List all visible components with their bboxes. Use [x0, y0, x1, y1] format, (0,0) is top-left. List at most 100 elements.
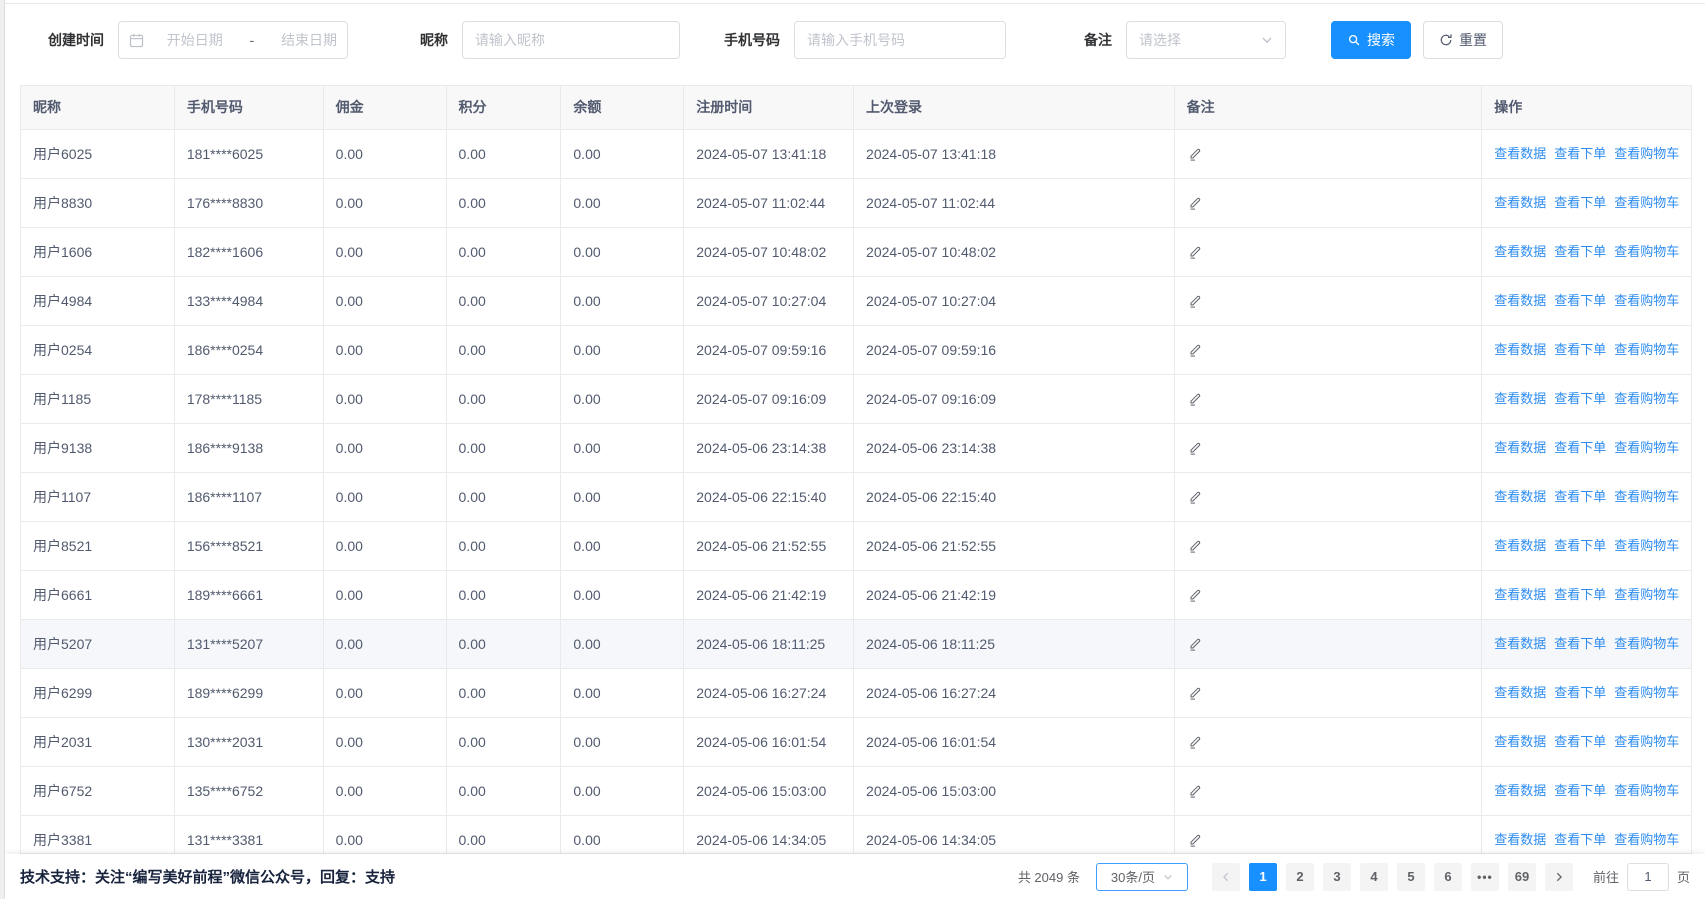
action-link[interactable]: 查看数据	[1494, 424, 1546, 472]
action-link[interactable]: 查看数据	[1494, 277, 1546, 325]
action-link[interactable]: 查看购物车	[1614, 669, 1679, 717]
prev-page-button[interactable]	[1212, 863, 1240, 891]
action-link[interactable]: 查看数据	[1494, 620, 1546, 668]
cell-commission: 0.00	[324, 767, 447, 815]
action-link[interactable]: 查看数据	[1494, 326, 1546, 374]
edit-remark-icon[interactable]	[1187, 718, 1203, 766]
action-link[interactable]: 查看下单	[1554, 522, 1606, 570]
action-link[interactable]: 查看数据	[1494, 130, 1546, 178]
action-link[interactable]: 查看下单	[1554, 718, 1606, 766]
page-button-1[interactable]: 1	[1249, 863, 1277, 891]
cell-balance: 0.00	[561, 718, 684, 766]
action-link[interactable]: 查看数据	[1494, 767, 1546, 815]
action-link[interactable]: 查看数据	[1494, 228, 1546, 276]
action-link[interactable]: 查看购物车	[1614, 130, 1679, 178]
action-link[interactable]: 查看下单	[1554, 424, 1606, 472]
action-link[interactable]: 查看购物车	[1614, 375, 1679, 423]
page-button-4[interactable]: 4	[1360, 863, 1388, 891]
cell-last-login: 2024-05-07 10:27:04	[854, 277, 1175, 325]
action-link[interactable]: 查看下单	[1554, 767, 1606, 815]
page-button-6[interactable]: 6	[1434, 863, 1462, 891]
remark-select[interactable]: 请选择	[1126, 21, 1286, 59]
edit-remark-icon[interactable]	[1187, 669, 1203, 717]
cell-commission: 0.00	[324, 179, 447, 227]
cell-register-time: 2024-05-06 14:34:05	[684, 816, 854, 854]
action-link[interactable]: 查看下单	[1554, 179, 1606, 227]
edit-remark-icon[interactable]	[1187, 130, 1203, 178]
edit-remark-icon[interactable]	[1187, 424, 1203, 472]
goto-page-input[interactable]	[1627, 863, 1669, 891]
action-link[interactable]: 查看下单	[1554, 130, 1606, 178]
phone-input[interactable]	[794, 21, 1006, 59]
action-link[interactable]: 查看下单	[1554, 326, 1606, 374]
nickname-label: 昵称	[420, 30, 448, 50]
date-range-picker[interactable]: 开始日期 - 结束日期	[118, 21, 348, 59]
action-link[interactable]: 查看数据	[1494, 179, 1546, 227]
action-link[interactable]: 查看购物车	[1614, 620, 1679, 668]
edit-remark-icon[interactable]	[1187, 326, 1203, 374]
action-link[interactable]: 查看数据	[1494, 571, 1546, 619]
cell-remark	[1175, 473, 1483, 521]
cell-points: 0.00	[447, 473, 562, 521]
action-link[interactable]: 查看数据	[1494, 718, 1546, 766]
nickname-input[interactable]	[462, 21, 680, 59]
action-link[interactable]: 查看购物车	[1614, 718, 1679, 766]
edit-remark-icon[interactable]	[1187, 375, 1203, 423]
col-header-nickname: 昵称	[21, 86, 175, 129]
page-size-select[interactable]: 30条/页	[1096, 863, 1188, 891]
action-link[interactable]: 查看下单	[1554, 571, 1606, 619]
phone-label: 手机号码	[724, 30, 780, 50]
action-link[interactable]: 查看下单	[1554, 473, 1606, 521]
action-link[interactable]: 查看数据	[1494, 473, 1546, 521]
cell-points: 0.00	[447, 326, 562, 374]
reset-button[interactable]: 重置	[1423, 21, 1503, 59]
action-link[interactable]: 查看购物车	[1614, 277, 1679, 325]
cell-nickname: 用户6661	[21, 571, 175, 619]
edit-remark-icon[interactable]	[1187, 571, 1203, 619]
end-date-placeholder[interactable]: 结束日期	[281, 30, 337, 50]
edit-remark-icon[interactable]	[1187, 620, 1203, 668]
action-link[interactable]: 查看下单	[1554, 669, 1606, 717]
edit-remark-icon[interactable]	[1187, 767, 1203, 815]
action-link[interactable]: 查看购物车	[1614, 522, 1679, 570]
table-row: 用户1606 182****1606 0.00 0.00 0.00 2024-0…	[21, 227, 1691, 276]
page-button-3[interactable]: 3	[1323, 863, 1351, 891]
action-link[interactable]: 查看下单	[1554, 277, 1606, 325]
edit-remark-icon[interactable]	[1187, 816, 1203, 854]
action-link[interactable]: 查看购物车	[1614, 571, 1679, 619]
action-link[interactable]: 查看下单	[1554, 228, 1606, 276]
action-link[interactable]: 查看数据	[1494, 522, 1546, 570]
cell-commission: 0.00	[324, 522, 447, 570]
more-pages-button[interactable]: •••	[1471, 863, 1499, 891]
action-link[interactable]: 查看购物车	[1614, 326, 1679, 374]
edit-remark-icon[interactable]	[1187, 277, 1203, 325]
page-button-5[interactable]: 5	[1397, 863, 1425, 891]
cell-actions: 查看数据查看下单查看购物车	[1482, 620, 1691, 668]
action-link[interactable]: 查看购物车	[1614, 473, 1679, 521]
edit-remark-icon[interactable]	[1187, 228, 1203, 276]
cell-remark	[1175, 669, 1483, 717]
action-link[interactable]: 查看数据	[1494, 375, 1546, 423]
cell-actions: 查看数据查看下单查看购物车	[1482, 179, 1691, 227]
action-link[interactable]: 查看下单	[1554, 375, 1606, 423]
action-link[interactable]: 查看购物车	[1614, 424, 1679, 472]
page-button-2[interactable]: 2	[1286, 863, 1314, 891]
action-link[interactable]: 查看购物车	[1614, 179, 1679, 227]
action-link[interactable]: 查看购物车	[1614, 767, 1679, 815]
edit-remark-icon[interactable]	[1187, 522, 1203, 570]
search-button[interactable]: 搜索	[1331, 21, 1411, 59]
start-date-placeholder[interactable]: 开始日期	[167, 30, 223, 50]
edit-remark-icon[interactable]	[1187, 179, 1203, 227]
cell-actions: 查看数据查看下单查看购物车	[1482, 571, 1691, 619]
action-link[interactable]: 查看购物车	[1614, 816, 1679, 854]
cell-register-time: 2024-05-07 10:48:02	[684, 228, 854, 276]
cell-register-time: 2024-05-06 21:42:19	[684, 571, 854, 619]
action-link[interactable]: 查看下单	[1554, 620, 1606, 668]
action-link[interactable]: 查看数据	[1494, 669, 1546, 717]
action-link[interactable]: 查看下单	[1554, 816, 1606, 854]
action-link[interactable]: 查看数据	[1494, 816, 1546, 854]
action-link[interactable]: 查看购物车	[1614, 228, 1679, 276]
edit-remark-icon[interactable]	[1187, 473, 1203, 521]
next-page-button[interactable]	[1545, 863, 1573, 891]
page-button-69[interactable]: 69	[1508, 863, 1536, 891]
